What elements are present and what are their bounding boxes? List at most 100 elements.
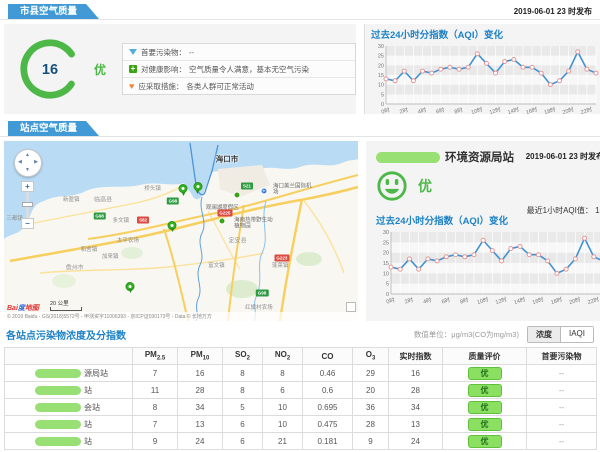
column-header: PM10 — [178, 348, 223, 365]
svg-text:10: 10 — [378, 83, 384, 89]
health-cross-icon: + — [129, 65, 137, 73]
map-label: 海口市 — [216, 154, 239, 165]
station-name-suffix: 会站 — [84, 402, 100, 413]
svg-text:4时: 4时 — [417, 105, 428, 115]
value-cell: 13 — [178, 416, 223, 433]
column-header: 质量评价 — [443, 348, 527, 365]
scale-bar — [50, 307, 82, 311]
value-cell: 0.181 — [303, 433, 353, 450]
quality-rating-badge: 优 — [468, 401, 502, 414]
aqi-gauge: 16 优 — [18, 37, 106, 101]
redacted-station-name — [376, 152, 440, 163]
column-header: CO — [303, 348, 353, 365]
svg-text:16时: 16时 — [525, 105, 539, 115]
value-cell: 16 — [389, 365, 443, 382]
station-map-pin[interactable] — [126, 282, 135, 291]
map-pan-control[interactable]: ▲ ▼ ◀ ▶ — [14, 149, 42, 177]
toggle-IAQI[interactable]: IAQI — [560, 327, 593, 342]
toggle-浓度[interactable]: 浓度 — [528, 327, 560, 342]
map-label: 新盈镇 — [63, 195, 80, 203]
station-air-section: 站点空气质量 — [0, 119, 600, 321]
zoom-slider-handle[interactable] — [22, 202, 33, 207]
value-cell: 0.6 — [303, 382, 353, 399]
pan-right-icon[interactable]: ▶ — [34, 160, 38, 165]
value-cell: 29 — [353, 365, 389, 382]
svg-text:22时: 22时 — [580, 105, 594, 115]
road-badge: S82 — [137, 217, 149, 224]
redacted-station-name — [35, 420, 81, 429]
smiley-face-icon — [376, 170, 408, 202]
value-cell: 36 — [353, 399, 389, 416]
unit-note: 数值单位：μg/m3(CO为mg/m3) — [414, 329, 519, 340]
value-cell: 13 — [389, 416, 443, 433]
mode-toggle: 浓度IAQI — [527, 326, 594, 343]
table-title: 各站点污染物浓度及分指数 — [6, 327, 126, 342]
pollutant-table-section: 各站点污染物浓度及分指数 数值单位：μg/m3(CO为mg/m3) 浓度IAQI… — [0, 321, 600, 450]
value-cell: 34 — [389, 399, 443, 416]
zoom-in-button[interactable]: + — [21, 181, 34, 192]
aqi-info-box: 首要污染物： -- + 对健康影响： 空气质量令人满意，基本无空气污染 ♥ 应采… — [122, 43, 356, 95]
svg-text:20时: 20时 — [568, 295, 582, 305]
svg-text:14时: 14时 — [507, 105, 521, 115]
column-header: SO2 — [223, 348, 263, 365]
value-cell: 28 — [353, 416, 389, 433]
primary-pollutant-cell: -- — [527, 365, 597, 382]
aqi-value: 16 — [42, 62, 58, 78]
column-header: PM2.5 — [133, 348, 178, 365]
svg-text:25: 25 — [383, 240, 389, 246]
value-cell: 10 — [263, 399, 303, 416]
recent-aqi: 最近1小时AQI值： 16 — [527, 205, 600, 216]
city-chart-card: 过去24小时分指数（AQI）变化 0510152025300时2时4时6时8时1… — [364, 24, 600, 114]
map-attribution: © 2019 Baidu - GS(2018)5572号 - 甲测资字11006… — [4, 312, 358, 321]
value-cell: 0.695 — [303, 399, 353, 416]
svg-text:30: 30 — [378, 44, 384, 50]
station-map-pin[interactable] — [193, 182, 202, 191]
map[interactable]: 海口市海口美兰国际机场观澜湖度假区海南热带野生动植物园临高县定安县儋州市桥头镇新… — [4, 141, 358, 321]
primary-pollutant-cell: -- — [527, 399, 597, 416]
map-scale: 20 公里 — [50, 301, 82, 311]
redacted-station-name — [35, 403, 81, 412]
station-tab-row: 站点空气质量 — [0, 119, 600, 137]
quality-rating-badge: 优 — [468, 367, 502, 380]
value-cell: 7 — [133, 365, 178, 382]
pan-up-icon[interactable]: ▲ — [25, 153, 30, 158]
map-label: 和舍镇 — [81, 245, 98, 253]
air-quality-dashboard: 市县空气质量 2019-06-01 23 时发布 16 优 首要污染物： -- — [0, 2, 600, 452]
aqi-gauge-ring: 16 — [18, 37, 82, 101]
column-header — [5, 348, 133, 365]
value-cell: 8 — [133, 399, 178, 416]
table-row: 站1128860.62028优-- — [5, 382, 597, 399]
map-zoom-control[interactable]: + − — [21, 181, 34, 229]
map-label: 蓬莱镇 — [272, 261, 289, 269]
station-aqi-chart: 0510152025300时2时4时6时8时10时12时14时16时18时20时… — [376, 229, 600, 305]
svg-text:12时: 12时 — [488, 105, 502, 115]
station-map-pin[interactable] — [168, 221, 177, 230]
value-cell: 9 — [133, 433, 178, 450]
map-label: 加来镇 — [102, 252, 119, 260]
airport-poi-icon[interactable]: ✈ — [260, 188, 267, 195]
value-cell: 6 — [223, 416, 263, 433]
station-map-pin[interactable] — [179, 184, 188, 193]
redacted-station-name — [35, 386, 81, 395]
pan-left-icon[interactable]: ◀ — [18, 160, 22, 165]
svg-text:10时: 10时 — [476, 295, 490, 305]
map-corner-button[interactable] — [346, 302, 356, 312]
value-cell: 8 — [223, 382, 263, 399]
value-cell: 28 — [178, 382, 223, 399]
value-cell: 20 — [353, 382, 389, 399]
map-label: 海南热带野生动植物园 — [234, 217, 274, 230]
svg-text:10时: 10时 — [470, 105, 484, 115]
attraction-poi-icon[interactable] — [233, 192, 240, 199]
map-label: 桥头镇 — [144, 184, 161, 192]
attraction-poi-icon[interactable] — [219, 217, 226, 224]
pan-down-icon[interactable]: ▼ — [25, 168, 30, 173]
zoom-slider[interactable] — [26, 192, 29, 218]
table-row: 站9246210.181924优-- — [5, 433, 597, 450]
zoom-out-button[interactable]: − — [21, 218, 34, 229]
value-cell: 6 — [263, 382, 303, 399]
column-header: 实时指数 — [389, 348, 443, 365]
svg-text:18时: 18时 — [543, 105, 557, 115]
svg-text:10: 10 — [383, 271, 389, 277]
svg-text:18时: 18时 — [550, 295, 564, 305]
svg-text:2时: 2时 — [404, 295, 415, 305]
